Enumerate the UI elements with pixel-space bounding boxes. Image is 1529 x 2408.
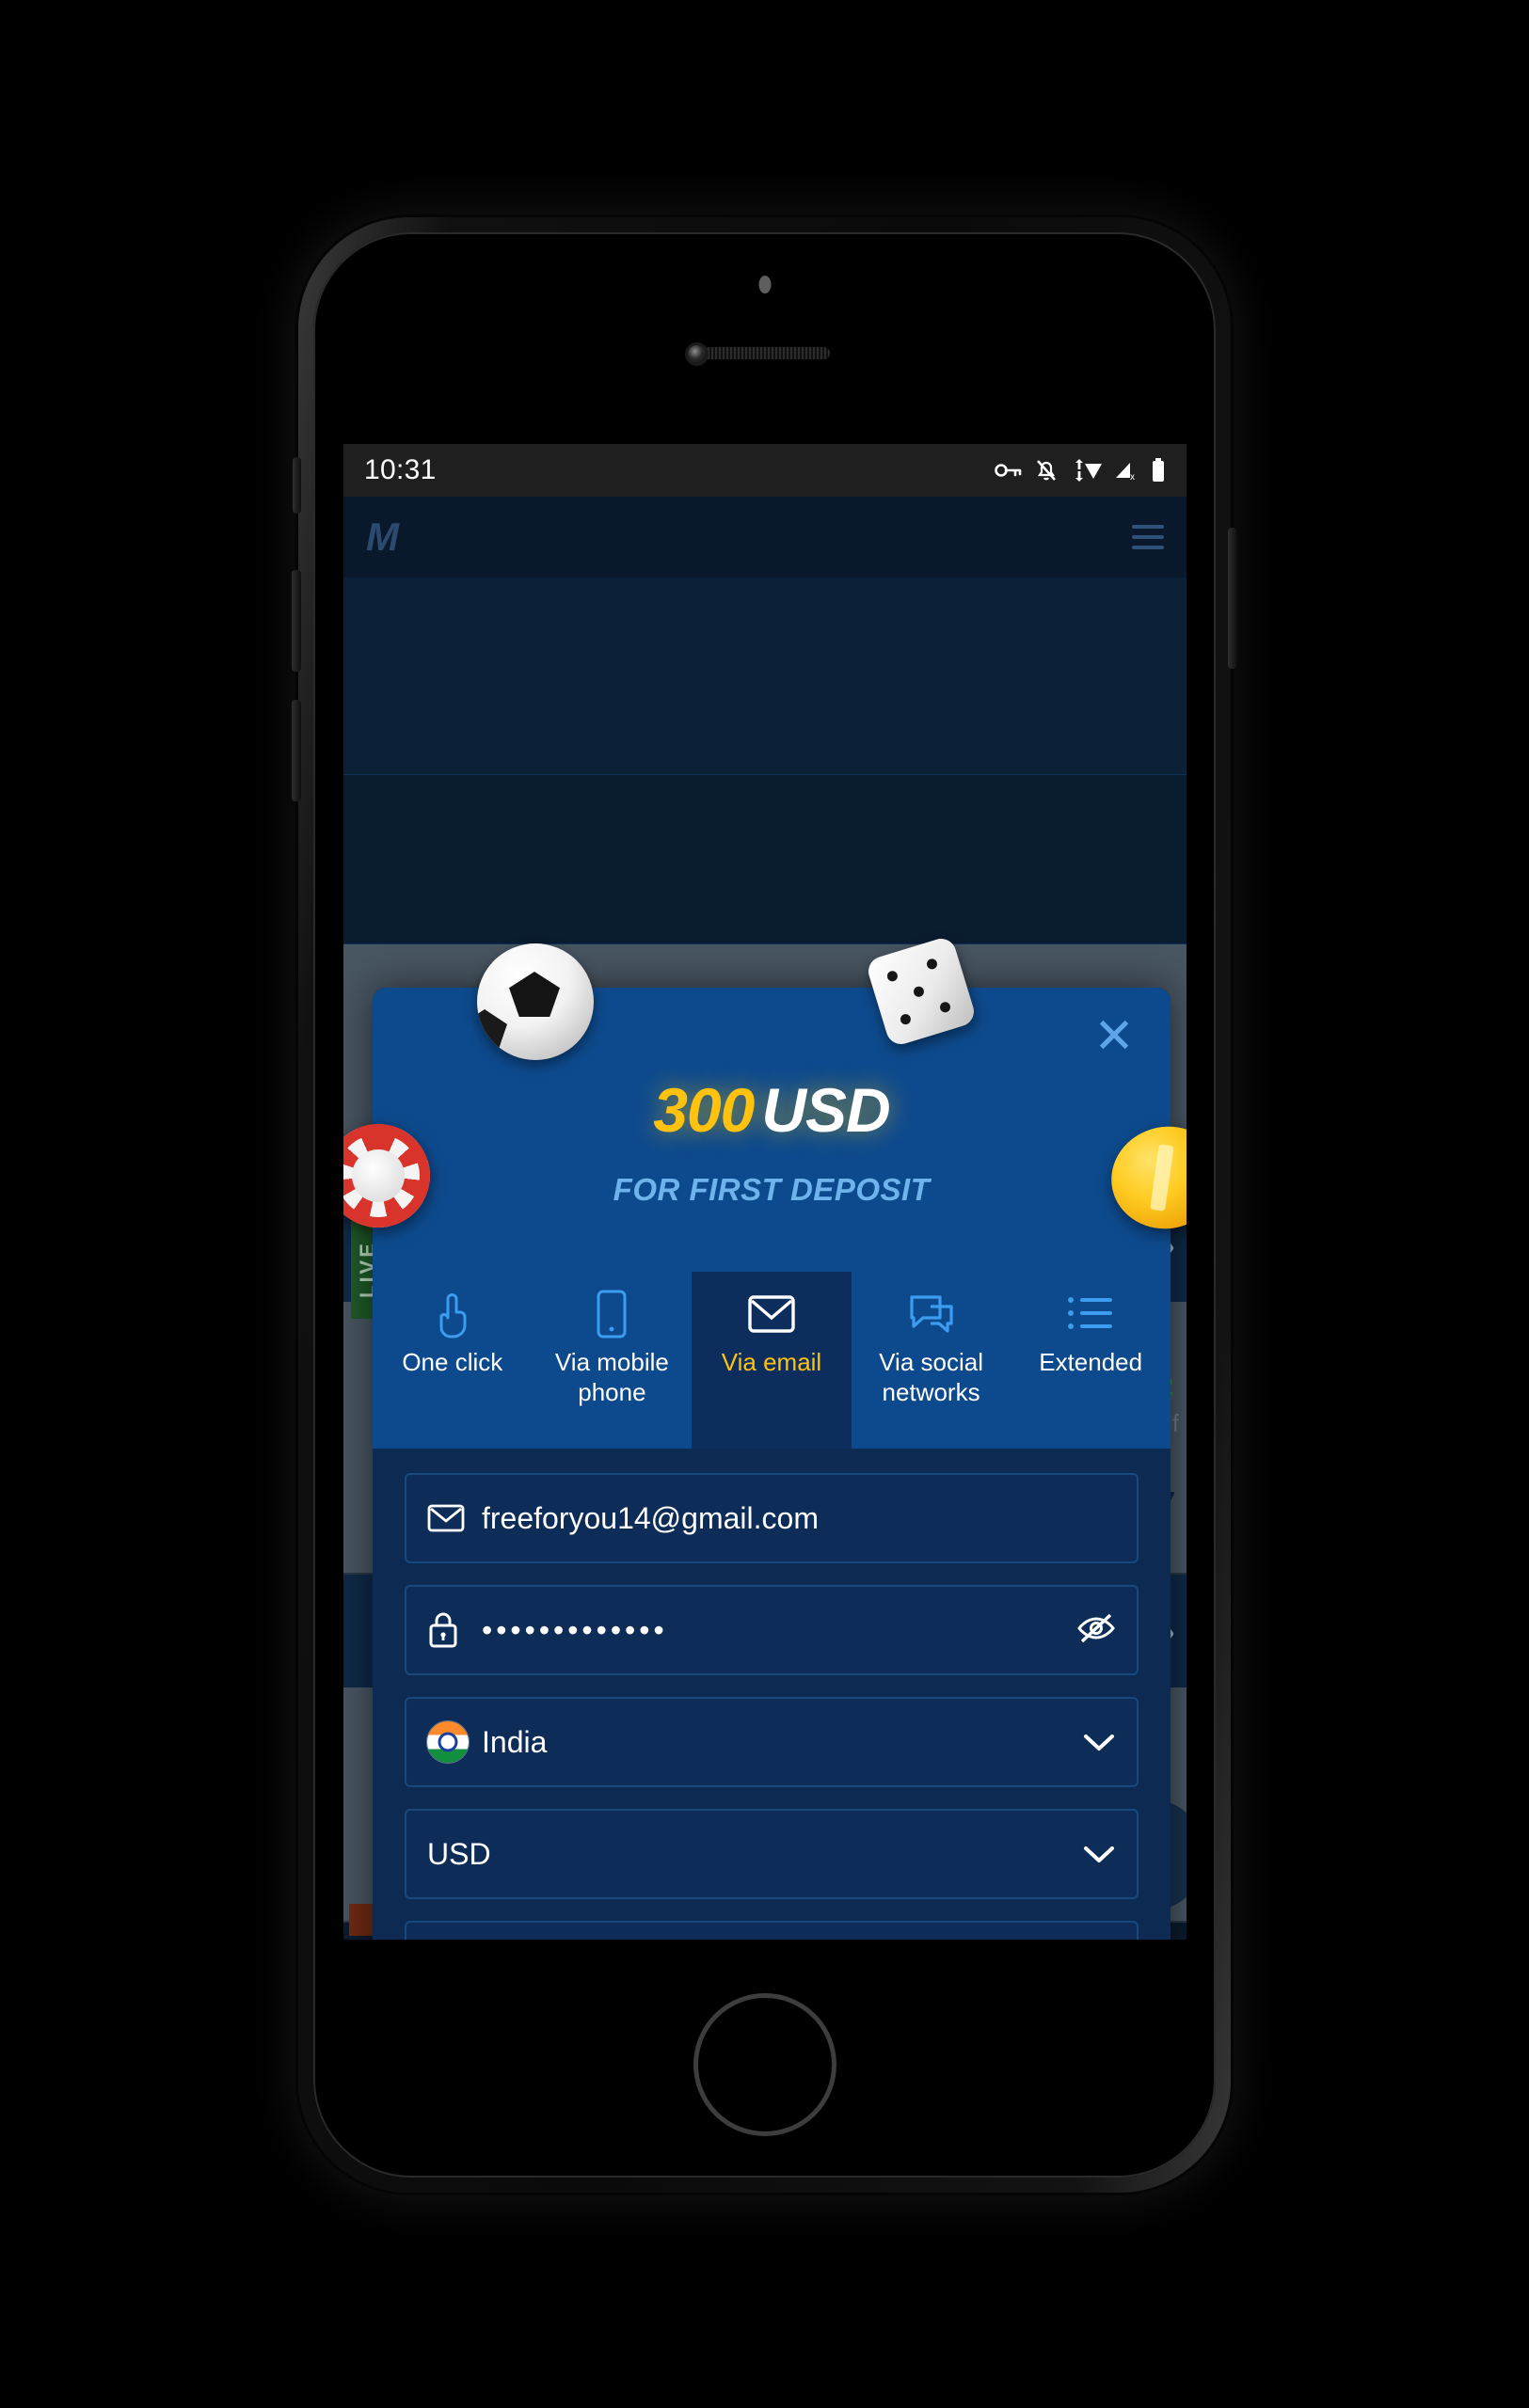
tab-label: One click: [402, 1348, 503, 1376]
bonus-amount-value: 300: [653, 1075, 755, 1145]
tab-label: Via email: [721, 1348, 822, 1376]
phone-button-power[interactable]: [1228, 528, 1237, 669]
bonus-amount-currency: USD: [761, 1075, 890, 1145]
phone-top-sensor-dot: [758, 276, 771, 293]
currency-value: USD: [427, 1836, 491, 1871]
hand-pointer-icon: [432, 1287, 473, 1341]
envelope-icon: [747, 1287, 796, 1341]
chevron-down-icon[interactable]: [1082, 1731, 1116, 1753]
tab-extended[interactable]: Extended: [1011, 1272, 1171, 1449]
tab-social-networks[interactable]: Via social networks: [852, 1272, 1011, 1449]
email-field[interactable]: freeforyou14@gmail.com: [405, 1473, 1139, 1563]
phone-button-volume-down[interactable]: [292, 700, 301, 801]
background-strip: [343, 578, 1187, 775]
signal-off-icon: x: [1114, 459, 1139, 482]
background-strip: [343, 775, 1187, 944]
password-toggle[interactable]: [1076, 1612, 1116, 1649]
email-value: freeforyou14@gmail.com: [482, 1500, 819, 1535]
earpiece-speaker: [699, 347, 830, 359]
status-bar: 10:31 x: [343, 444, 1187, 497]
lock-icon: [427, 1611, 470, 1649]
tab-label: Via social networks: [879, 1348, 983, 1406]
mobile-phone-icon: [594, 1287, 629, 1341]
password-value: •••••••••••••: [482, 1613, 668, 1647]
bell-off-icon: [1035, 458, 1058, 483]
tab-email[interactable]: Via email: [692, 1272, 852, 1449]
background-accent: [349, 1904, 374, 1936]
status-icons: x: [995, 458, 1166, 483]
currency-select[interactable]: USD: [405, 1809, 1139, 1899]
hamburger-menu-icon[interactable]: [1132, 525, 1164, 549]
status-time: 10:31: [364, 454, 437, 485]
tab-label: Via mobile phone: [554, 1348, 669, 1406]
screenshot-root: 10:31 x M LIVE ✕ 300 USD FOR FIRST DEPOS…: [0, 0, 1529, 2408]
site-logo: M: [366, 515, 399, 559]
chevron-down-icon[interactable]: [1082, 1843, 1116, 1865]
svg-text:x: x: [1130, 472, 1135, 482]
tab-mobile-phone[interactable]: Via mobile phone: [533, 1272, 693, 1449]
close-icon[interactable]: ✕: [1088, 1012, 1140, 1065]
front-camera-icon: [688, 345, 706, 363]
password-field[interactable]: •••••••••••••: [405, 1585, 1139, 1675]
registration-modal: ✕ 300 USD FOR FIRST DEPOSIT One click Vi…: [343, 935, 1187, 1940]
tab-one-click[interactable]: One click: [373, 1272, 533, 1449]
modal-header: ✕ 300 USD FOR FIRST DEPOSIT: [373, 988, 1171, 1272]
list-icon: [1066, 1287, 1115, 1341]
key-icon: [995, 461, 1023, 480]
phone-screen: 10:31 x M LIVE ✕ 300 USD FOR FIRST DEPOS…: [343, 444, 1187, 1940]
country-select[interactable]: India: [405, 1697, 1139, 1787]
tab-label: Extended: [1039, 1348, 1143, 1376]
india-flag-icon: [427, 1721, 470, 1763]
country-value: India: [482, 1724, 548, 1759]
registration-form: freeforyou14@gmail.com ••••••••••••• Ind…: [373, 1449, 1171, 1940]
wifi-icon: [1070, 459, 1102, 482]
bonus-select[interactable]: 7 Casino Bonus 125%+250FS: [405, 1921, 1139, 1940]
chat-bubbles-icon: [908, 1287, 955, 1341]
battery-icon: [1151, 458, 1166, 483]
bonus-subtitle: FOR FIRST DEPOSIT: [613, 1172, 931, 1207]
envelope-icon: [427, 1503, 470, 1533]
background-topbar: M: [343, 497, 1187, 578]
eye-slash-icon[interactable]: [1076, 1612, 1116, 1649]
home-button[interactable]: [693, 1993, 836, 2136]
phone-button-silent[interactable]: [293, 457, 301, 514]
registration-method-tabs: One click Via mobile phone Via email Via…: [373, 1272, 1171, 1449]
phone-button-volume-up[interactable]: [292, 570, 301, 672]
bonus-amount: 300 USD: [373, 1074, 1171, 1146]
